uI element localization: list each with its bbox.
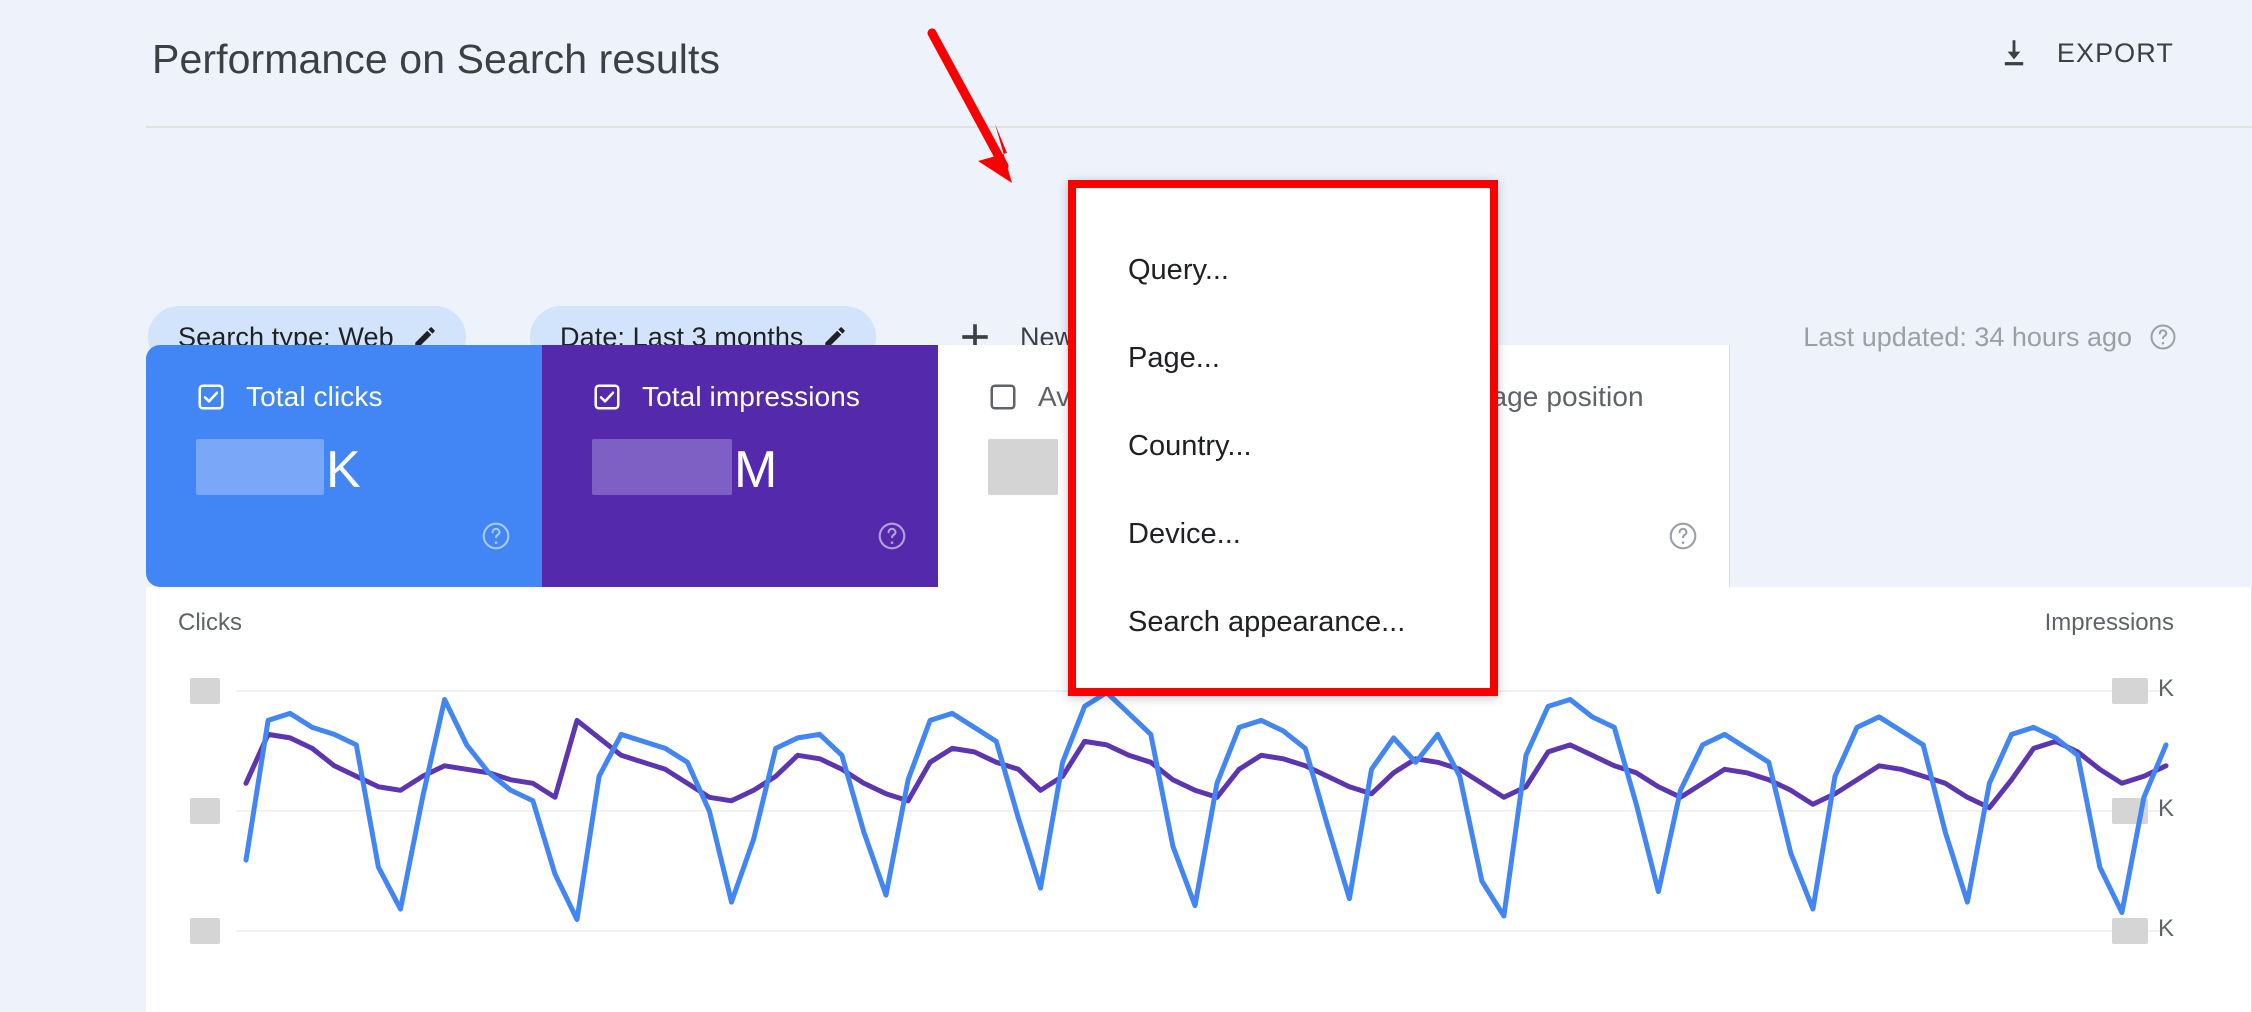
metric-card-total-clicks[interactable]: Total clicks K: [146, 345, 542, 587]
menu-item-search-appearance[interactable]: Search appearance...: [1076, 578, 1490, 666]
export-button[interactable]: EXPORT: [1997, 36, 2174, 70]
metric-card-value: K: [196, 433, 542, 499]
menu-item-device[interactable]: Device...: [1076, 490, 1490, 578]
redacted-value: [196, 439, 324, 495]
metric-card-header: Total clicks: [196, 381, 542, 413]
metric-card-header: Total impressions: [592, 381, 938, 413]
help-circle-icon[interactable]: [876, 520, 908, 557]
redacted-value: [988, 439, 1058, 495]
checkbox-checked-icon[interactable]: [592, 382, 622, 412]
page-header: Performance on Search results EXPORT: [0, 0, 2252, 128]
help-circle-icon[interactable]: [480, 520, 512, 557]
menu-item-page[interactable]: Page...: [1076, 314, 1490, 402]
help-circle-icon[interactable]: [1667, 520, 1699, 557]
menu-item-country[interactable]: Country...: [1076, 402, 1490, 490]
metric-card-unit: K: [326, 440, 361, 499]
last-updated: Last updated: 34 hours ago: [1803, 306, 2178, 368]
chart-line-clicks: [243, 690, 2169, 922]
checkbox-checked-icon[interactable]: [196, 382, 226, 412]
metric-card-total-impressions[interactable]: Total impressions M: [542, 345, 938, 587]
download-icon: [1997, 36, 2031, 70]
page-title: Performance on Search results: [152, 36, 721, 82]
new-filter-dropdown-menu[interactable]: Query... Page... Country... Device... Se…: [1068, 180, 1498, 696]
metric-card-unit: M: [734, 440, 778, 499]
metric-card-value: M: [592, 433, 938, 499]
last-updated-text: Last updated: 34 hours ago: [1803, 321, 2132, 352]
metric-card-title: Total impressions: [642, 381, 861, 412]
export-label: EXPORT: [2056, 37, 2174, 68]
menu-item-query[interactable]: Query...: [1076, 226, 1490, 314]
metric-card-title: Total clicks: [246, 381, 383, 412]
redacted-value: [592, 439, 732, 495]
help-circle-icon[interactable]: [2148, 322, 2178, 352]
checkbox-unchecked-icon[interactable]: [988, 382, 1018, 412]
chart-line-impressions: [243, 717, 2169, 811]
